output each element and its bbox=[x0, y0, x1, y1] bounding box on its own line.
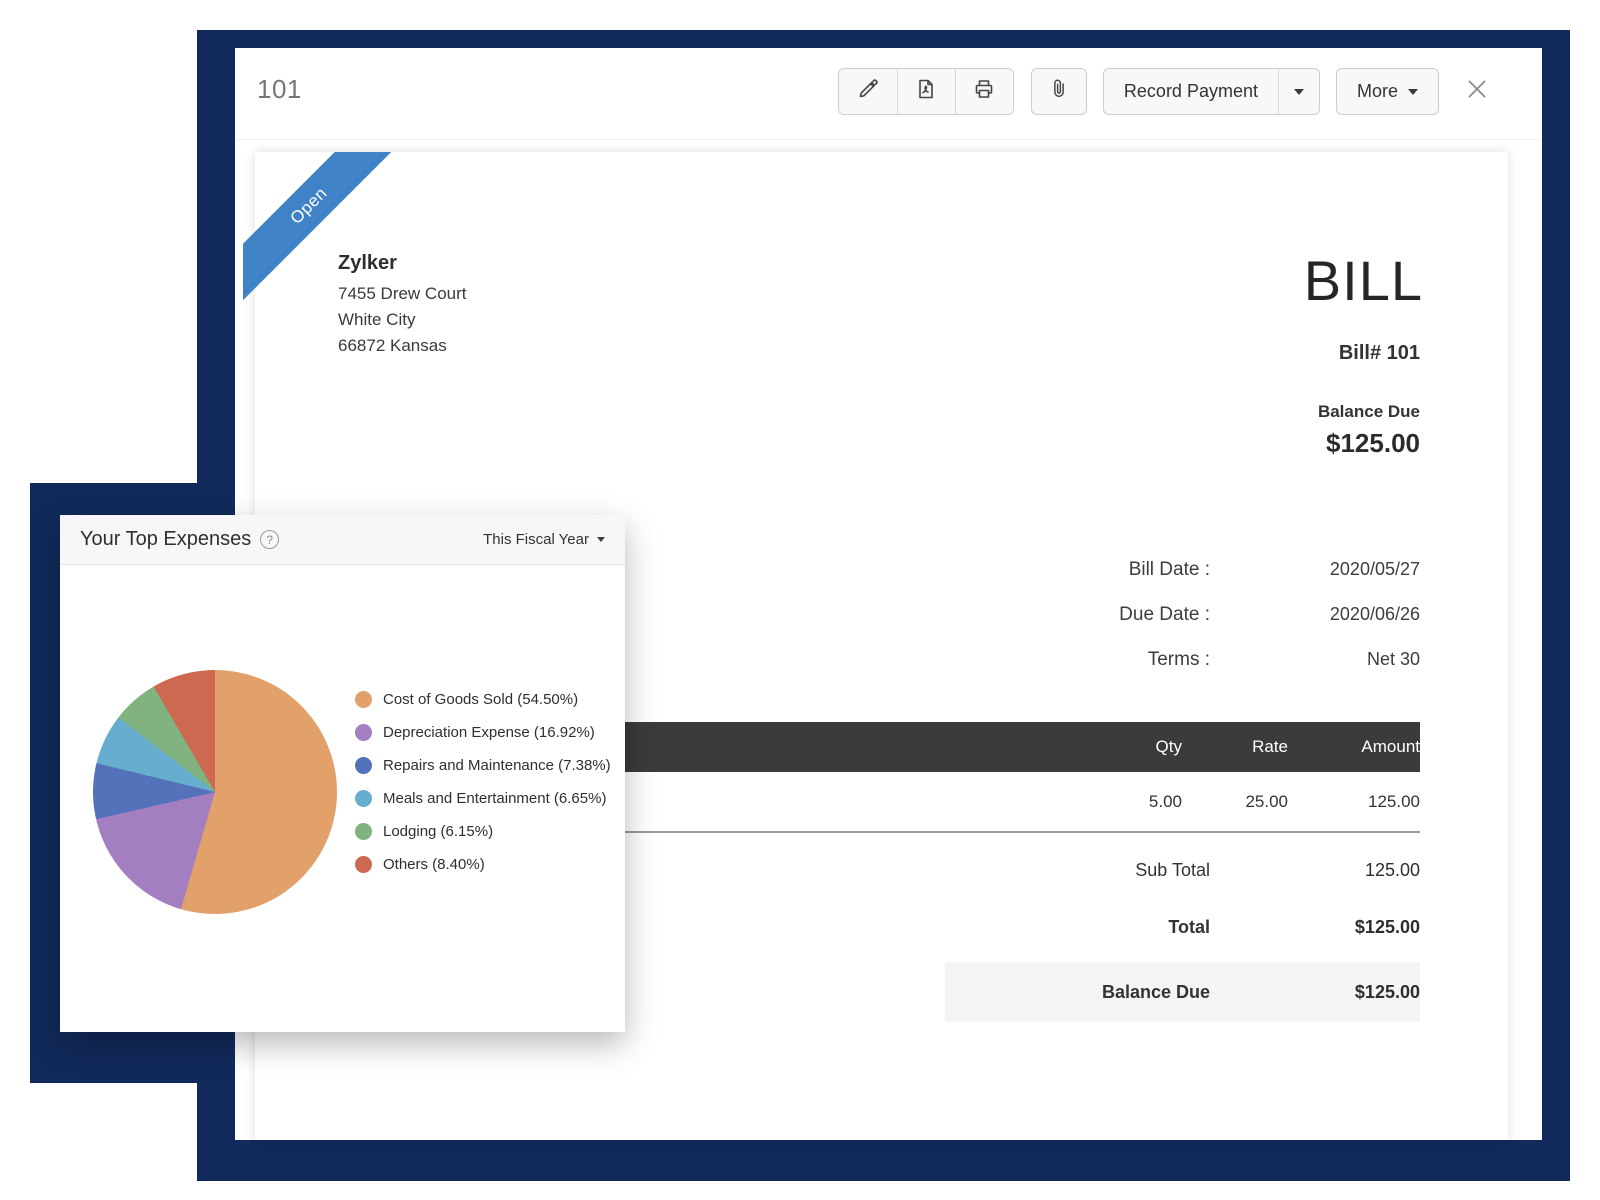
status-ribbon-label: Open bbox=[287, 184, 332, 229]
screenshot-root: 101 bbox=[0, 0, 1600, 1200]
window-header: 101 bbox=[235, 48, 1542, 140]
vendor-address-line: 66872 Kansas bbox=[338, 333, 467, 359]
vendor-name: Zylker bbox=[338, 252, 467, 275]
legend-item: Others (8.40%) bbox=[355, 848, 611, 881]
pencil-icon bbox=[856, 77, 880, 106]
legend-label: Lodging (6.15%) bbox=[383, 823, 493, 840]
legend-color-dot bbox=[355, 790, 372, 807]
balance-due-row-label: Balance Due bbox=[945, 982, 1210, 1003]
legend-color-dot bbox=[355, 691, 372, 708]
total-value: $125.00 bbox=[1210, 917, 1420, 938]
vendor-address-line: White City bbox=[338, 307, 467, 333]
legend-label: Others (8.40%) bbox=[383, 856, 485, 873]
printer-icon bbox=[972, 77, 996, 106]
pdf-button[interactable] bbox=[897, 69, 955, 114]
close-button[interactable] bbox=[1457, 68, 1497, 115]
rate-cell: 25.00 bbox=[1182, 792, 1288, 812]
ribbon-fold bbox=[243, 282, 259, 298]
bill-meta: Bill Date : 2020/05/27 Due Date : 2020/0… bbox=[820, 547, 1420, 682]
legend-item: Depreciation Expense (16.92%) bbox=[355, 716, 611, 749]
attach-button[interactable] bbox=[1031, 68, 1087, 115]
close-icon bbox=[1464, 76, 1490, 107]
legend-item: Meals and Entertainment (6.65%) bbox=[355, 782, 611, 815]
expenses-pie-chart bbox=[93, 670, 337, 914]
legend-item: Cost of Goods Sold (54.50%) bbox=[355, 683, 611, 716]
top-expenses-title: Your Top Expenses bbox=[80, 528, 251, 551]
bill-date-row: Bill Date : 2020/05/27 bbox=[820, 547, 1420, 592]
period-label: This Fiscal Year bbox=[483, 531, 589, 548]
bill-number-title: 101 bbox=[257, 74, 302, 105]
more-button[interactable]: More bbox=[1336, 68, 1439, 115]
subtotal-row: Sub Total 125.00 bbox=[945, 842, 1420, 899]
amount-header: Amount bbox=[1288, 737, 1420, 757]
qty-cell: 5.00 bbox=[1082, 792, 1182, 812]
more-label: More bbox=[1357, 81, 1398, 102]
help-icon[interactable]: ? bbox=[260, 530, 279, 549]
paperclip-icon bbox=[1048, 78, 1070, 105]
period-selector[interactable]: This Fiscal Year bbox=[483, 531, 605, 548]
legend-color-dot bbox=[355, 823, 372, 840]
subtotal-label: Sub Total bbox=[945, 860, 1210, 881]
bill-date-label: Bill Date : bbox=[1129, 559, 1210, 581]
print-button[interactable] bbox=[955, 69, 1013, 114]
balance-due-amount: $125.00 bbox=[1318, 428, 1420, 459]
chevron-down-icon bbox=[1408, 89, 1418, 95]
expenses-legend: Cost of Goods Sold (54.50%) Depreciation … bbox=[355, 683, 611, 881]
record-payment-label: Record Payment bbox=[1124, 81, 1258, 102]
terms-label: Terms : bbox=[1148, 649, 1210, 671]
balance-due-row: Balance Due $125.00 bbox=[945, 962, 1420, 1022]
top-expenses-card: Your Top Expenses ? This Fiscal Year Cos… bbox=[60, 515, 625, 1032]
record-payment-button[interactable]: Record Payment bbox=[1104, 69, 1278, 114]
record-payment-dropdown-button[interactable] bbox=[1278, 69, 1319, 114]
pdf-icon bbox=[914, 77, 938, 106]
edit-button[interactable] bbox=[839, 69, 897, 114]
legend-label: Repairs and Maintenance (7.38%) bbox=[383, 757, 611, 774]
legend-label: Depreciation Expense (16.92%) bbox=[383, 724, 595, 741]
terms-value: Net 30 bbox=[1210, 649, 1420, 670]
legend-color-dot bbox=[355, 757, 372, 774]
top-expenses-header: Your Top Expenses ? This Fiscal Year bbox=[60, 515, 625, 565]
total-label: Total bbox=[945, 917, 1210, 938]
due-date-label: Due Date : bbox=[1119, 604, 1210, 626]
record-payment-split-button: Record Payment bbox=[1103, 68, 1320, 115]
due-date-value: 2020/06/26 bbox=[1210, 604, 1420, 625]
vendor-address-block: Zylker 7455 Drew Court White City 66872 … bbox=[338, 252, 467, 359]
terms-row: Terms : Net 30 bbox=[820, 637, 1420, 682]
legend-color-dot bbox=[355, 856, 372, 873]
amount-cell: 125.00 bbox=[1288, 792, 1420, 812]
total-row: Total $125.00 bbox=[945, 899, 1420, 956]
legend-color-dot bbox=[355, 724, 372, 741]
rate-header: Rate bbox=[1182, 737, 1288, 757]
balance-due-label: Balance Due bbox=[1318, 402, 1420, 422]
qty-header: Qty bbox=[1082, 737, 1182, 757]
totals-section: Sub Total 125.00 Total $125.00 Balance D… bbox=[945, 842, 1420, 1022]
legend-item: Repairs and Maintenance (7.38%) bbox=[355, 749, 611, 782]
bill-date-value: 2020/05/27 bbox=[1210, 559, 1420, 580]
vendor-address-line: 7455 Drew Court bbox=[338, 281, 467, 307]
toolbar: Record Payment More bbox=[838, 68, 1497, 115]
balance-due-block: Balance Due $125.00 bbox=[1318, 402, 1420, 459]
subtotal-value: 125.00 bbox=[1210, 860, 1420, 881]
due-date-row: Due Date : 2020/06/26 bbox=[820, 592, 1420, 637]
bill-number: Bill# 101 bbox=[1339, 342, 1420, 365]
legend-item: Lodging (6.15%) bbox=[355, 815, 611, 848]
balance-due-row-value: $125.00 bbox=[1210, 982, 1420, 1003]
legend-label: Meals and Entertainment (6.65%) bbox=[383, 790, 606, 807]
chevron-down-icon bbox=[597, 537, 605, 542]
document-type-title: BILL bbox=[1304, 248, 1423, 313]
legend-label: Cost of Goods Sold (54.50%) bbox=[383, 691, 578, 708]
toolbar-button-group bbox=[838, 68, 1014, 115]
chevron-down-icon bbox=[1294, 89, 1304, 95]
